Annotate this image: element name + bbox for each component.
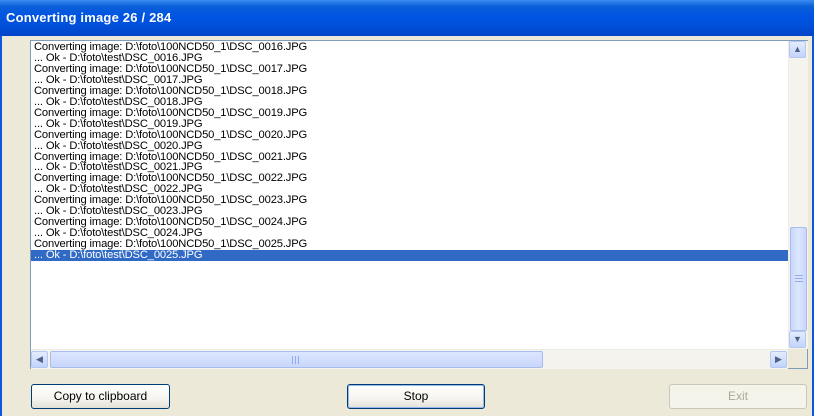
- window-frame-left: [0, 36, 2, 416]
- thumb-grip: [795, 278, 803, 279]
- log-line[interactable]: Converting image: D:\foto\100NCD50_1\DSC…: [31, 129, 788, 141]
- scroll-left-arrow-icon[interactable]: ◀: [31, 351, 48, 368]
- thumb-grip: [295, 356, 296, 364]
- vertical-scrollbar[interactable]: ▲ ▼: [788, 41, 808, 349]
- stop-button[interactable]: Stop: [347, 384, 485, 409]
- log-line[interactable]: ... Ok - D:\foto\test\DSC_0025.JPG: [31, 250, 788, 262]
- conversion-dialog: Converting image 26 / 284 Converting ima…: [0, 0, 814, 416]
- thumb-grip: [292, 356, 293, 364]
- horizontal-scrollbar[interactable]: ◀ ▶: [31, 349, 788, 369]
- thumb-grip: [795, 281, 803, 282]
- scrollbar-corner: [788, 349, 807, 368]
- copy-to-clipboard-button[interactable]: Copy to clipboard: [31, 384, 170, 409]
- log-listbox[interactable]: Converting image: D:\foto\100NCD50_1\DSC…: [30, 40, 808, 369]
- thumb-grip: [795, 275, 803, 276]
- log-line[interactable]: ... Ok - D:\foto\test\DSC_0020.JPG: [31, 140, 788, 152]
- log-line[interactable]: ... Ok - D:\foto\test\DSC_0019.JPG: [31, 118, 788, 130]
- horizontal-scroll-thumb[interactable]: [50, 351, 543, 368]
- scroll-up-arrow-icon[interactable]: ▲: [789, 41, 806, 58]
- vertical-scroll-thumb[interactable]: [790, 227, 807, 331]
- title-bar[interactable]: Converting image 26 / 284: [0, 0, 814, 36]
- scroll-down-arrow-icon[interactable]: ▼: [789, 331, 806, 348]
- exit-button: Exit: [669, 384, 807, 409]
- thumb-grip: [298, 356, 299, 364]
- scroll-right-arrow-icon[interactable]: ▶: [770, 351, 787, 368]
- log-lines: Converting image: D:\foto\100NCD50_1\DSC…: [31, 42, 788, 349]
- window-title: Converting image 26 / 284: [6, 10, 172, 25]
